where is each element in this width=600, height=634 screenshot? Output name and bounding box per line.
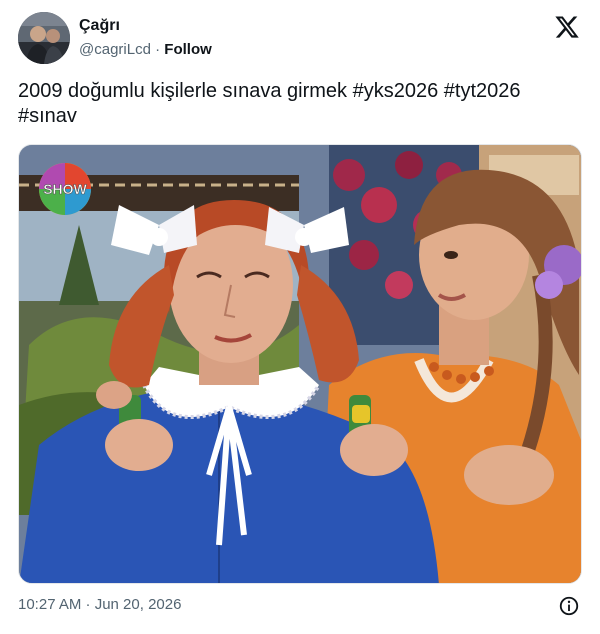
tweet-media[interactable]: SHOW bbox=[18, 144, 582, 584]
tweet-header: Çağrı @cagriLcd · Follow bbox=[18, 12, 584, 64]
user-info: Çağrı @cagriLcd · Follow bbox=[79, 16, 212, 60]
user-handle[interactable]: @cagriLcd bbox=[79, 41, 151, 58]
display-name[interactable]: Çağrı bbox=[79, 16, 212, 36]
tv-still-image: SHOW bbox=[19, 145, 581, 583]
avatar[interactable] bbox=[18, 12, 70, 64]
channel-logo-text: SHOW bbox=[43, 181, 87, 197]
timestamp[interactable]: 10:27 AM · Jun 20, 2026 bbox=[18, 596, 181, 613]
avatar-image bbox=[18, 12, 70, 64]
info-icon[interactable] bbox=[558, 595, 580, 617]
hashtag-sinav[interactable]: #sınav bbox=[18, 105, 77, 127]
separator-dot: · bbox=[155, 41, 161, 58]
handle-row: @cagriLcd · Follow bbox=[79, 40, 212, 60]
x-logo-icon[interactable] bbox=[554, 14, 580, 40]
hashtag-yks2026[interactable]: #yks2026 bbox=[353, 80, 439, 102]
tweet-body: 2009 doğumlu kişilerle sınava girmek bbox=[18, 80, 353, 102]
hashtag-tyt2026[interactable]: #tyt2026 bbox=[444, 80, 521, 102]
tweet-footer: 10:27 AM · Jun 20, 2026 bbox=[18, 595, 584, 617]
tweet-text: 2009 doğumlu kişilerle sınava girmek #yk… bbox=[18, 79, 584, 129]
follow-button[interactable]: Follow bbox=[164, 41, 212, 58]
